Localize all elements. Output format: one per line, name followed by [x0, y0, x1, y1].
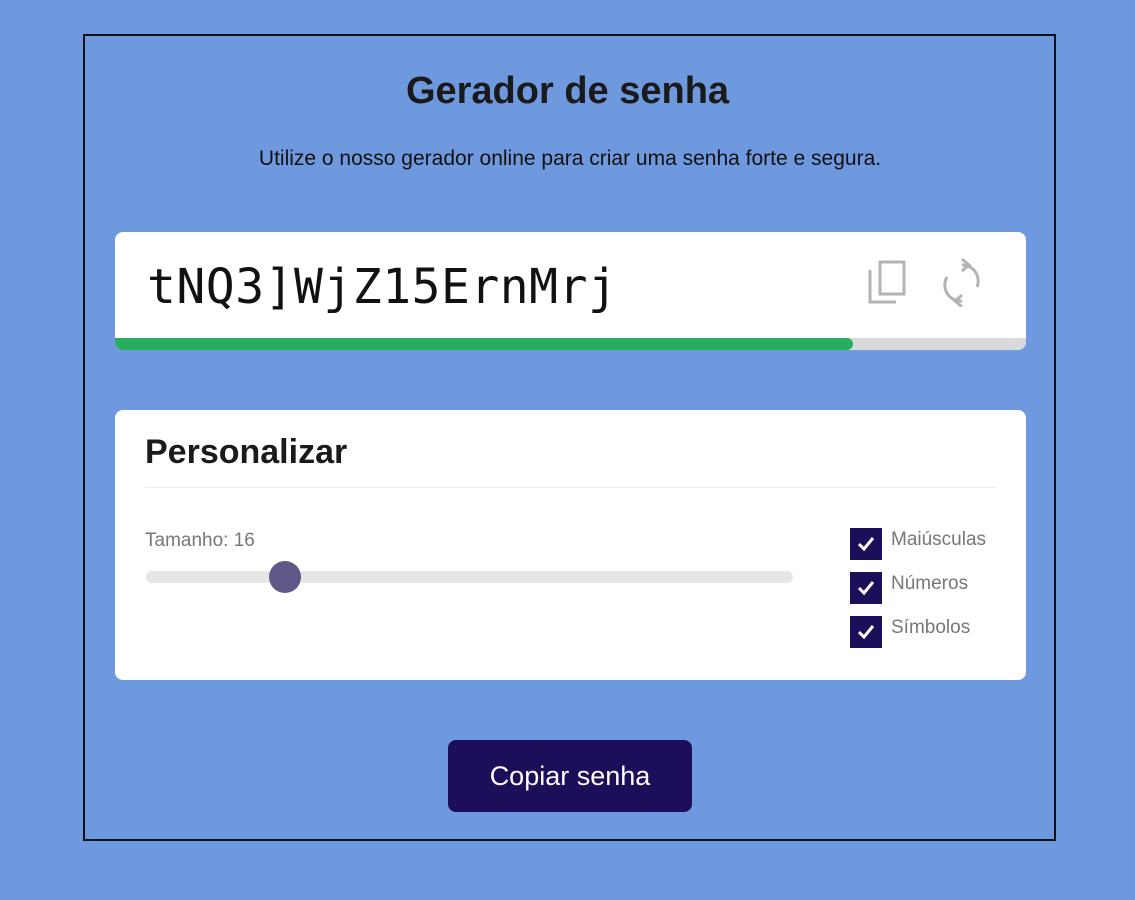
character-options: Maiúsculas Números Símbolos	[850, 528, 986, 660]
regenerate-password-button[interactable]	[939, 257, 985, 307]
numbers-label: Números	[891, 573, 969, 594]
customize-divider	[145, 487, 996, 488]
password-strength-fill	[115, 338, 853, 350]
uppercase-checkbox[interactable]	[850, 528, 882, 560]
uppercase-label: Maiúsculas	[891, 529, 987, 550]
option-uppercase[interactable]: Maiúsculas	[850, 528, 986, 560]
length-label: Tamanho: 16	[145, 530, 255, 551]
numbers-checkbox[interactable]	[850, 572, 882, 604]
generated-password: tNQ3]WjZ15ErnMrj	[147, 259, 618, 315]
copy-password-main-button[interactable]: Copiar senha	[448, 740, 692, 812]
length-slider[interactable]	[146, 561, 793, 593]
symbols-checkbox[interactable]	[850, 616, 882, 648]
refresh-icon	[942, 257, 982, 307]
page-subtitle: Utilize o nosso gerador online para cria…	[258, 147, 882, 170]
length-slider-thumb[interactable]	[269, 561, 302, 593]
option-symbols[interactable]: Símbolos	[850, 616, 986, 648]
customize-title: Personalizar	[145, 433, 348, 471]
customize-card: Personalizar Tamanho: 16 Maiúsculas Núme…	[115, 410, 1026, 680]
option-numbers[interactable]: Números	[850, 572, 986, 604]
copy-icon	[867, 259, 907, 305]
symbols-label: Símbolos	[891, 617, 971, 638]
page-title: Gerador de senha	[405, 70, 730, 112]
password-display-card: tNQ3]WjZ15ErnMrj	[115, 232, 1026, 350]
password-strength-bar	[115, 338, 1026, 350]
copy-password-button[interactable]	[864, 258, 910, 306]
